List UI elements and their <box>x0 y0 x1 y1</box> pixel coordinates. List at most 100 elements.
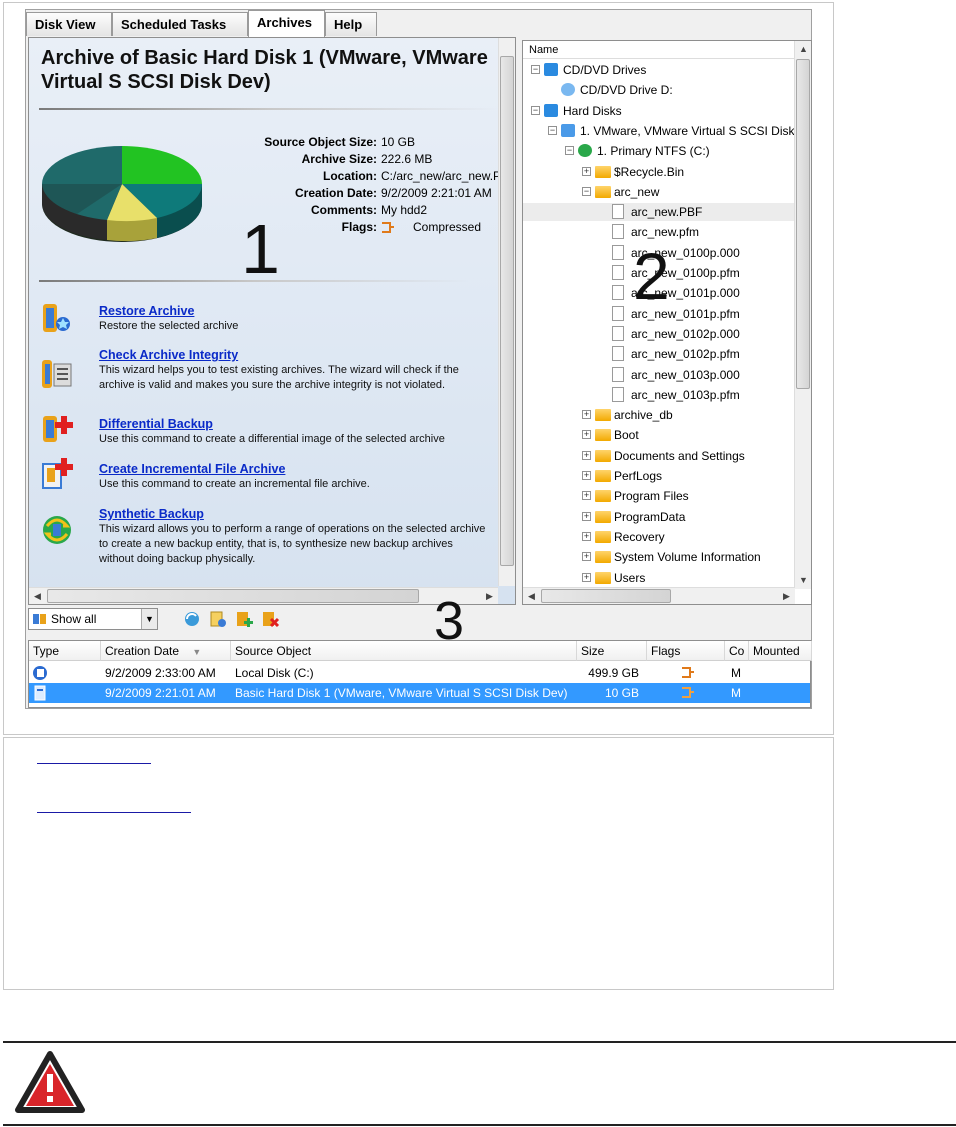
link-panel <box>3 737 834 990</box>
tree-horizontal-scrollbar[interactable]: ◀ ▶ <box>523 587 795 604</box>
tree-node[interactable]: + PerfLogs <box>523 467 795 485</box>
filter-dropdown[interactable]: Show all ▼ <box>28 608 158 630</box>
tree-node[interactable]: − 1. Primary NTFS (C:) <box>523 142 795 160</box>
add-archive-icon[interactable] <box>208 609 228 629</box>
differential-backup-link[interactable]: Differential Backup <box>99 417 213 431</box>
tree-node[interactable]: arc_new_0103p.000 <box>523 366 795 384</box>
column-source-object[interactable]: Source Object <box>231 641 577 661</box>
row-size: 10 GB <box>604 686 639 700</box>
tree-node-label: Users <box>614 570 646 585</box>
row-co: M <box>731 686 741 700</box>
tree-node-label: archive_db <box>614 408 673 423</box>
scroll-left-arrow-icon[interactable]: ◀ <box>29 588 46 605</box>
tree-node[interactable]: arc_new.PBF <box>523 203 795 222</box>
tree-scroll-left-icon[interactable]: ◀ <box>523 588 540 605</box>
tree-node[interactable]: + Documents and Settings <box>523 447 795 465</box>
table-row[interactable]: 9/2/2009 2:33:00 AM Local Disk (C:) 499.… <box>29 663 810 683</box>
tree-header[interactable]: Name <box>523 41 795 59</box>
file-icon <box>612 244 624 260</box>
tree-node-label: arc_new_0102p.pfm <box>631 347 740 362</box>
expand-icon[interactable]: + <box>582 511 591 521</box>
row-source: Local Disk (C:) <box>235 666 314 680</box>
scroll-right-arrow-icon[interactable]: ▶ <box>481 588 498 605</box>
tree-vscroll-thumb[interactable] <box>796 59 810 389</box>
link-underline-1[interactable] <box>37 763 151 764</box>
column-co[interactable]: Co <box>725 641 749 661</box>
left-vscroll-thumb[interactable] <box>500 56 514 566</box>
expand-icon[interactable]: + <box>582 471 591 480</box>
check-integrity-link[interactable]: Check Archive Integrity <box>99 348 238 362</box>
archive-tree-pane: Name − CD/DVD Drives CD/DVD Drive D: − Hard … <box>522 40 812 605</box>
tree-node-label: Boot <box>614 428 639 443</box>
tree-node[interactable]: − arc_new <box>523 183 795 201</box>
cd-icon <box>561 83 575 97</box>
tree-node[interactable]: + Recovery <box>523 528 795 546</box>
tab-help[interactable]: Help <box>325 12 377 36</box>
column-flags[interactable]: Flags <box>647 641 725 661</box>
incremental-archive-link[interactable]: Create Incremental File Archive <box>99 462 285 476</box>
tree-scroll-down-icon[interactable]: ▼ <box>795 572 812 589</box>
column-mounted[interactable]: Mounted <box>749 641 812 661</box>
tree-scroll-up-icon[interactable]: ▲ <box>795 41 812 58</box>
collapse-icon[interactable]: − <box>531 65 540 74</box>
expand-icon[interactable]: + <box>582 430 591 440</box>
column-size[interactable]: Size <box>577 641 647 661</box>
collapse-icon[interactable]: − <box>565 146 574 156</box>
tree-node[interactable]: arc_new_0102p.000 <box>523 325 795 343</box>
column-type[interactable]: Type <box>29 641 101 661</box>
collapse-icon[interactable]: − <box>531 105 540 115</box>
chevron-down-icon[interactable]: ▼ <box>141 609 157 629</box>
filter-value: Show all <box>51 612 97 626</box>
tree-node[interactable]: + Program Files <box>523 487 795 505</box>
file-icon <box>612 305 624 321</box>
tree-node-label: arc_new <box>614 184 660 199</box>
tree-node[interactable]: + $Recycle.Bin <box>523 163 795 181</box>
tree-hscroll-thumb[interactable] <box>541 589 671 603</box>
file-icon <box>612 366 624 382</box>
tab-archives[interactable]: Archives <box>248 10 325 37</box>
tree-scroll-right-icon[interactable]: ▶ <box>778 588 795 605</box>
file-icon <box>612 285 624 301</box>
tree-node[interactable]: − CD/DVD Drives <box>523 61 795 79</box>
tree-node[interactable]: − 1. VMware, VMware Virtual S SCSI Disk <box>523 122 795 140</box>
row-co: M <box>731 666 741 680</box>
tree-node[interactable]: arc_new_0102p.pfm <box>523 345 795 363</box>
tab-disk-view[interactable]: Disk View <box>26 12 112 36</box>
tab-scheduled-tasks[interactable]: Scheduled Tasks <box>112 12 248 36</box>
tree-node[interactable]: arc_new_0103p.pfm <box>523 386 795 404</box>
callout-1: 1 <box>241 210 280 288</box>
tree-node[interactable]: − Hard Disks <box>523 102 795 120</box>
expand-icon[interactable]: + <box>582 572 591 582</box>
expand-icon[interactable]: + <box>582 166 591 176</box>
tree-node[interactable]: + Users <box>523 569 795 587</box>
add-folder-archive-icon[interactable] <box>234 609 254 629</box>
left-horizontal-scrollbar[interactable]: ◀ ▶ <box>29 587 498 604</box>
tree-node[interactable]: + System Volume Information <box>523 548 795 566</box>
delete-archive-icon[interactable] <box>260 609 280 629</box>
refresh-icon[interactable] <box>182 609 202 629</box>
file-icon <box>612 325 624 341</box>
collapse-icon[interactable]: − <box>582 186 591 196</box>
archive-file-tree: − CD/DVD Drives CD/DVD Drive D: − Hard Disks… <box>523 59 795 589</box>
column-creation-date[interactable]: Creation Date ▼ <box>101 641 231 661</box>
collapse-icon[interactable]: − <box>548 125 557 135</box>
expand-icon[interactable]: + <box>582 410 591 420</box>
link-underline-2[interactable] <box>37 812 191 813</box>
tree-node[interactable]: + Boot <box>523 426 795 444</box>
expand-icon[interactable]: + <box>582 552 591 562</box>
left-hscroll-thumb[interactable] <box>47 589 419 603</box>
tree-vertical-scrollbar[interactable]: ▲ ▼ <box>794 41 811 589</box>
expand-icon[interactable]: + <box>582 531 591 541</box>
expand-icon[interactable]: + <box>582 450 591 460</box>
check-integrity-desc: This wizard helps you to test existing a… <box>99 364 459 391</box>
tree-node-label: 1. VMware, VMware Virtual S SCSI Disk <box>580 123 795 138</box>
table-row-selected[interactable]: 9/2/2009 2:21:01 AM Basic Hard Disk 1 (V… <box>29 683 810 703</box>
tree-node[interactable]: + archive_db <box>523 406 795 424</box>
expand-icon[interactable]: + <box>582 491 591 501</box>
tree-node[interactable]: + ProgramData <box>523 508 795 526</box>
synthetic-backup-link[interactable]: Synthetic Backup <box>99 507 204 521</box>
tree-node[interactable]: CD/DVD Drive D: <box>523 81 795 99</box>
left-vertical-scrollbar[interactable] <box>498 38 515 586</box>
restore-archive-link[interactable]: Restore Archive <box>99 304 194 318</box>
compressed-flag-icon <box>682 687 694 698</box>
